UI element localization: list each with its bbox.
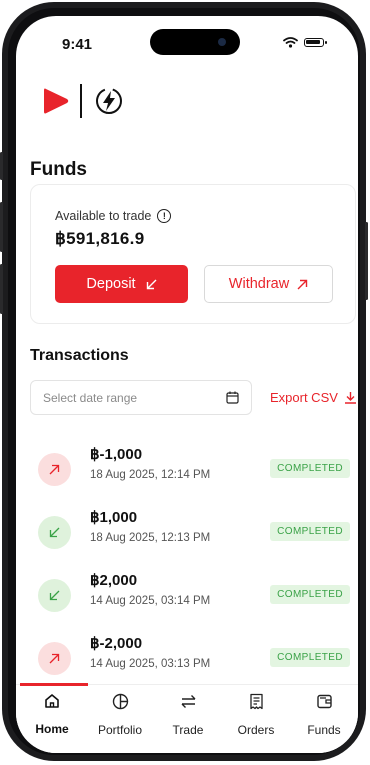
export-csv-button[interactable]: Export CSV: [270, 390, 357, 405]
bottom-nav: Home Portfolio Trade Orders Funds: [16, 683, 358, 753]
transaction-amount: ฿2,000: [90, 572, 138, 589]
date-range-input[interactable]: Select date range: [30, 380, 252, 415]
transaction-row[interactable]: ฿-1,000 18 Aug 2025, 12:14 PM COMPLETED: [38, 445, 350, 495]
active-tab-indicator: [20, 683, 88, 686]
mute-switch: [0, 152, 3, 180]
wifi-icon: [283, 37, 298, 48]
available-amount: ฿591,816.9: [55, 229, 145, 248]
transaction-row[interactable]: ฿2,000 14 Aug 2025, 03:14 PM COMPLETED: [38, 571, 350, 621]
status-badge: COMPLETED: [270, 585, 350, 604]
balance-card: Available to trade ! ฿591,816.9 Deposit …: [30, 184, 356, 324]
arrow-up-right-icon: [297, 279, 308, 289]
dynamic-island: [150, 29, 240, 55]
screen: 9:41 Funds Available to trade ! ฿591,816…: [16, 16, 358, 753]
transaction-row[interactable]: ฿-2,000 14 Aug 2025, 03:13 PM COMPLETED: [38, 634, 350, 684]
home-icon: [45, 694, 59, 708]
status-badge: COMPLETED: [270, 522, 350, 541]
available-row: Available to trade !: [55, 209, 172, 223]
portfolio-icon: [112, 693, 128, 710]
export-csv-label: Export CSV: [270, 390, 338, 405]
arrow-down-left-icon: [146, 279, 157, 289]
nav-portfolio[interactable]: Portfolio: [86, 693, 154, 737]
nav-trade-label: Trade: [172, 723, 204, 737]
app-logo: [42, 84, 124, 118]
orders-icon: [249, 693, 263, 710]
transaction-amount: ฿-1,000: [90, 446, 143, 463]
incoming-arrow-icon: [38, 579, 71, 612]
nav-home-label: Home: [35, 722, 69, 736]
transaction-date: 18 Aug 2025, 12:14 PM: [90, 469, 211, 481]
status-badge: COMPLETED: [270, 459, 350, 478]
page-title: Funds: [30, 159, 87, 180]
nav-orders[interactable]: Orders: [222, 693, 290, 737]
nav-funds-label: Funds: [307, 723, 341, 737]
phone-frame: 9:41 Funds Available to trade ! ฿591,816…: [0, 2, 368, 761]
lightning-logo-icon: [95, 88, 122, 114]
date-range-placeholder: Select date range: [43, 390, 138, 405]
incoming-arrow-icon: [38, 516, 71, 549]
nav-portfolio-label: Portfolio: [97, 723, 143, 737]
withdraw-label: Withdraw: [228, 276, 290, 292]
transactions-title: Transactions: [30, 347, 129, 364]
funds-icon: [316, 694, 332, 709]
camera-dot: [218, 38, 226, 46]
power-button: [365, 222, 368, 300]
transaction-amount: ฿1,000: [90, 509, 138, 526]
outgoing-arrow-icon: [38, 453, 71, 486]
transaction-date: 14 Aug 2025, 03:14 PM: [90, 595, 211, 607]
outgoing-arrow-icon: [38, 642, 71, 675]
volume-down-button: [0, 264, 3, 314]
calendar-icon[interactable]: [226, 391, 239, 404]
status-time: 9:41: [62, 36, 93, 53]
battery-icon: [304, 38, 327, 47]
nav-orders-label: Orders: [237, 723, 275, 737]
deposit-label: Deposit: [86, 276, 136, 292]
logo-divider: [80, 84, 82, 118]
status-icons: [283, 37, 327, 48]
nav-funds[interactable]: Funds: [290, 693, 358, 737]
transaction-row[interactable]: ฿1,000 18 Aug 2025, 12:13 PM COMPLETED: [38, 508, 350, 558]
transaction-date: 14 Aug 2025, 03:13 PM: [90, 658, 211, 670]
deposit-button[interactable]: Deposit: [55, 265, 188, 303]
info-icon[interactable]: !: [157, 209, 172, 223]
play-logo-icon: [44, 88, 69, 114]
status-badge: COMPLETED: [270, 648, 350, 667]
trade-icon: [181, 695, 195, 708]
nav-home[interactable]: Home: [18, 693, 86, 736]
transaction-date: 18 Aug 2025, 12:13 PM: [90, 532, 211, 544]
transaction-amount: ฿-2,000: [90, 635, 143, 652]
nav-trade[interactable]: Trade: [154, 693, 222, 737]
download-icon: [344, 392, 356, 404]
available-label: Available to trade: [55, 209, 152, 223]
volume-up-button: [0, 202, 3, 252]
withdraw-button[interactable]: Withdraw: [204, 265, 333, 303]
